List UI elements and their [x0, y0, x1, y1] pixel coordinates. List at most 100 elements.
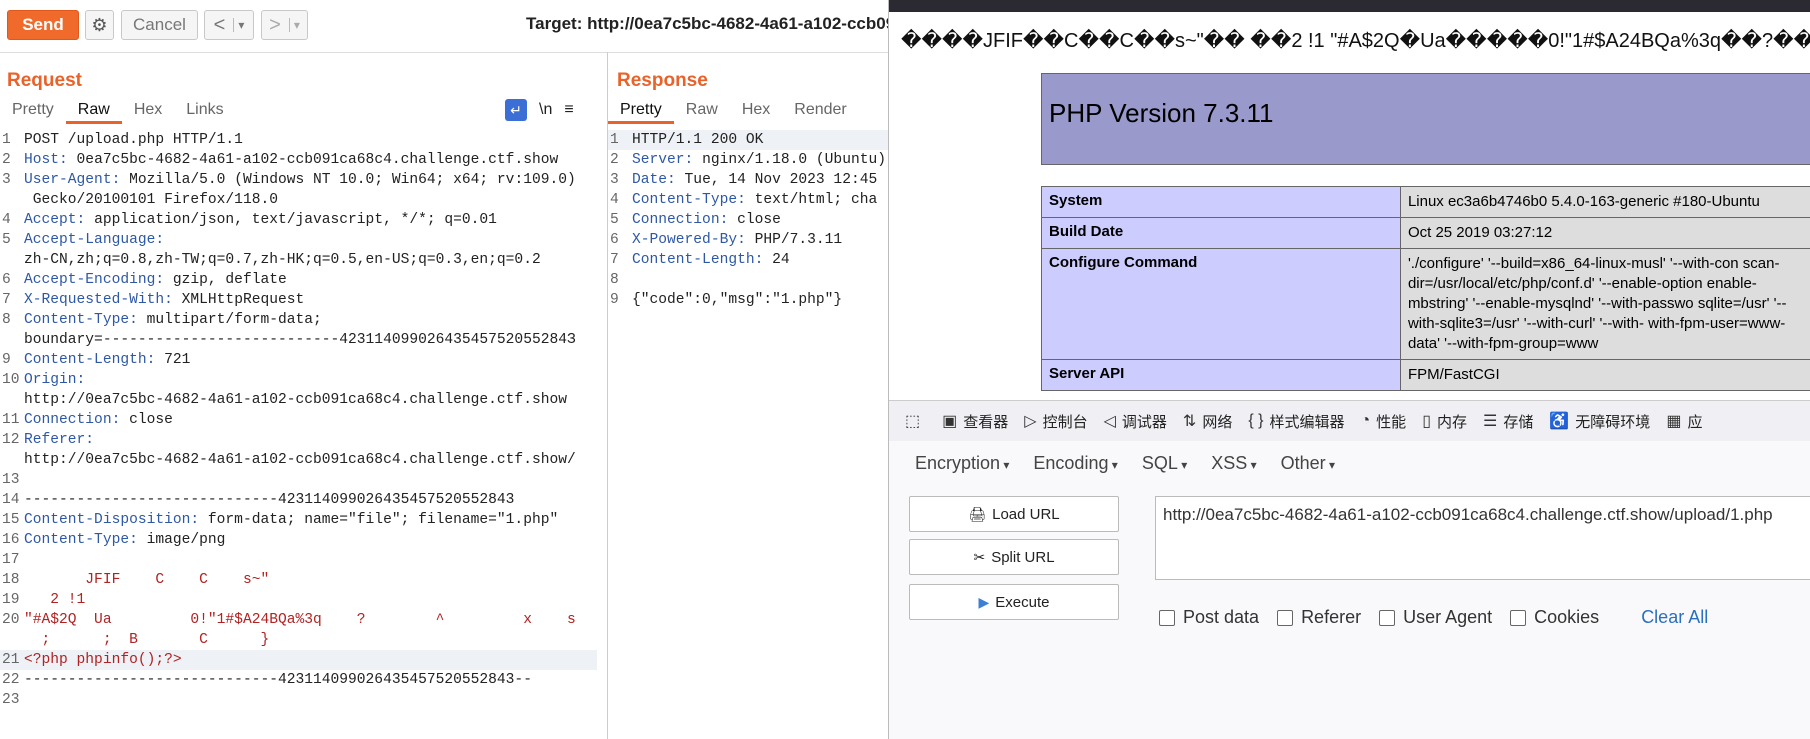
devtools-tab-debugger[interactable]: ◁ 调试器	[1104, 411, 1167, 432]
request-tabs: Pretty Raw Hex Links	[0, 98, 236, 124]
header-key: Origin:	[24, 372, 86, 388]
braces-icon: { }	[1248, 412, 1264, 429]
tab-pretty[interactable]: Pretty	[0, 98, 66, 124]
chevron-down-icon[interactable]: ▾	[233, 18, 244, 32]
code-line: 21 <?php phpinfo();?>	[0, 650, 597, 670]
code-line: zh-CN,zh;q=0.8,zh-TW;q=0.7,zh-HK;q=0.5,e…	[0, 250, 597, 270]
tab-links[interactable]: Links	[174, 98, 235, 124]
tab-hex[interactable]: Hex	[122, 98, 174, 124]
devtools-tab-storage[interactable]: ☰ 存储	[1483, 411, 1533, 432]
header-key: Referer:	[24, 432, 95, 448]
code-line: 2 Host: 0ea7c5bc-4682-4a61-a102-ccb091ca6…	[0, 150, 597, 170]
scissors-icon: ✂	[973, 548, 986, 565]
table-row: Server API FPM/FastCGI	[1041, 359, 1810, 391]
tab-hex[interactable]: Hex	[730, 98, 782, 124]
phpinfo-header: PHP Version 7.3.11	[1041, 73, 1810, 165]
line-number: 9	[610, 292, 619, 308]
target-label[interactable]: Target: http://0ea7c5bc-4682-4a61-a102-c…	[526, 14, 895, 34]
code-line: 4 Accept: application/json, text/javascri…	[0, 210, 597, 230]
row-value: './configure' '--build=x86_64-linux-musl…	[1399, 248, 1810, 360]
cookies-checkbox[interactable]: Cookies	[1510, 607, 1599, 628]
code-line: 23	[0, 690, 597, 710]
line-number: 17	[2, 552, 20, 568]
devtools-tab-accessibility[interactable]: ♿ 无障碍环境	[1549, 411, 1650, 432]
line-number: 12	[2, 432, 20, 448]
hackbar-panel: Encryption Encoding SQL XSS Other 🖨Load …	[889, 441, 1810, 739]
back-button[interactable]: < ▾	[204, 10, 254, 40]
line-number: 7	[2, 292, 11, 308]
line-text: multipart/form-data;	[137, 312, 322, 328]
menu-xss[interactable]: XSS	[1211, 453, 1256, 474]
line-number: 14	[2, 492, 20, 508]
code-line: 3 Date: Tue, 14 Nov 2023 12:45	[608, 170, 890, 190]
response-tabs: Pretty Raw Hex Render	[608, 98, 859, 124]
line-number: 18	[2, 572, 20, 588]
inspector-icon: ▣	[942, 413, 958, 430]
tab-raw[interactable]: Raw	[65, 98, 122, 124]
line-text: boundary=---------------------------4231…	[24, 332, 576, 348]
forward-button[interactable]: > ▾	[261, 10, 308, 40]
code-line: 2 Server: nginx/1.18.0 (Ubuntu)	[608, 150, 890, 170]
menu-icon[interactable]: ≡	[564, 101, 573, 119]
code-line: Gecko/20100101 Firefox/118.0	[0, 190, 597, 210]
line-text: form-data; name="file"; filename="1.php"	[199, 512, 559, 528]
bookmarks-bar	[889, 0, 1810, 12]
user-agent-checkbox[interactable]: User Agent	[1379, 607, 1492, 628]
url-textarea[interactable]: http://0ea7c5bc-4682-4a61-a102-ccb091ca6…	[1155, 496, 1810, 580]
line-text: http://0ea7c5bc-4682-4a61-a102-ccb091ca6…	[24, 452, 576, 468]
grid-icon: ▦	[1666, 413, 1682, 430]
request-editor[interactable]: 1 POST /upload.php HTTP/1.1 2 Host: 0ea7c5b…	[0, 130, 597, 710]
line-text: XMLHttpRequest	[172, 292, 305, 308]
tab-pretty[interactable]: Pretty	[608, 98, 674, 124]
devtools-tab-network[interactable]: ⇅ 网络	[1183, 411, 1232, 432]
menu-sql[interactable]: SQL	[1142, 453, 1187, 474]
element-picker-icon[interactable]: ⬚	[905, 411, 926, 431]
menu-encryption[interactable]: Encryption	[915, 453, 1009, 474]
tab-render[interactable]: Render	[782, 98, 858, 124]
devtools-tab-style-editor[interactable]: { } 样式编辑器	[1248, 411, 1344, 432]
devtools-tab-console[interactable]: ▷ 控制台	[1024, 411, 1087, 432]
php-version-title: PHP Version 7.3.11	[1049, 98, 1274, 128]
cancel-button[interactable]: Cancel	[121, 10, 198, 40]
show-newlines-toggle[interactable]: \n	[539, 101, 552, 119]
code-line: 10 Origin:	[0, 370, 597, 390]
line-text: "#A$2Q Ua 0!"1#$A24BQa%3q ? ^ x s	[24, 612, 576, 628]
load-url-button[interactable]: 🖨 Load URL	[909, 496, 1119, 532]
post-data-checkbox[interactable]: Post data	[1159, 607, 1259, 628]
referer-checkbox[interactable]: Referer	[1277, 607, 1361, 628]
chevron-down-icon[interactable]: ▾	[288, 18, 300, 32]
menu-encoding[interactable]: Encoding	[1033, 453, 1117, 474]
line-number: 7	[610, 252, 619, 268]
code-line: 3 User-Agent: Mozilla/5.0 (Windows NT 10.…	[0, 170, 597, 190]
devtools-tab-memory[interactable]: ▯ 内存	[1422, 411, 1467, 432]
row-key: Build Date	[1041, 217, 1401, 249]
code-line: 13	[0, 470, 597, 490]
execute-button[interactable]: ▶ Execute	[909, 584, 1119, 620]
burp-repeater: Send ⚙ Cancel < ▾ > ▾ Target: http://0ea…	[0, 0, 895, 739]
code-line: 15 Content-Disposition: form-data; name="…	[0, 510, 597, 530]
split-url-button[interactable]: ✂ Split URL	[909, 539, 1119, 575]
code-line: ; ; B C }	[0, 630, 597, 650]
line-number: 6	[2, 272, 11, 288]
code-line: 20 "#A$2Q Ua 0!"1#$A24BQa%3q ? ^ x s	[0, 610, 597, 630]
gauge-icon: ◔	[1360, 412, 1371, 429]
devtools-tab-performance[interactable]: ◔ 性能	[1361, 411, 1407, 432]
devtools-tab-inspector[interactable]: ▣ 查看器	[942, 411, 1008, 432]
table-row: Configure Command './configure' '--build…	[1041, 248, 1810, 360]
line-number: 13	[2, 472, 20, 488]
code-line: 8	[608, 270, 890, 290]
menu-other[interactable]: Other	[1281, 453, 1335, 474]
wrap-lines-icon[interactable]: ↵	[505, 99, 527, 121]
response-viewer[interactable]: 1 HTTP/1.1 200 OK 2 Server: nginx/1.18.0 (U…	[608, 130, 890, 310]
line-text: nginx/1.18.0 (Ubuntu)	[693, 152, 886, 168]
devtools-tab-application[interactable]: ▦ 应	[1666, 411, 1702, 432]
tab-raw[interactable]: Raw	[674, 98, 730, 124]
accessibility-icon: ♿	[1549, 413, 1570, 430]
code-line: 4 Content-Type: text/html; cha	[608, 190, 890, 210]
code-line: boundary=---------------------------4231…	[0, 330, 597, 350]
code-line: 16 Content-Type: image/png	[0, 530, 597, 550]
send-button[interactable]: Send	[7, 10, 79, 40]
row-value: Linux ec3a6b4746b0 5.4.0-163-generic #18…	[1399, 186, 1810, 218]
clear-all-link[interactable]: Clear All	[1641, 607, 1708, 628]
settings-button[interactable]: ⚙	[85, 10, 114, 40]
